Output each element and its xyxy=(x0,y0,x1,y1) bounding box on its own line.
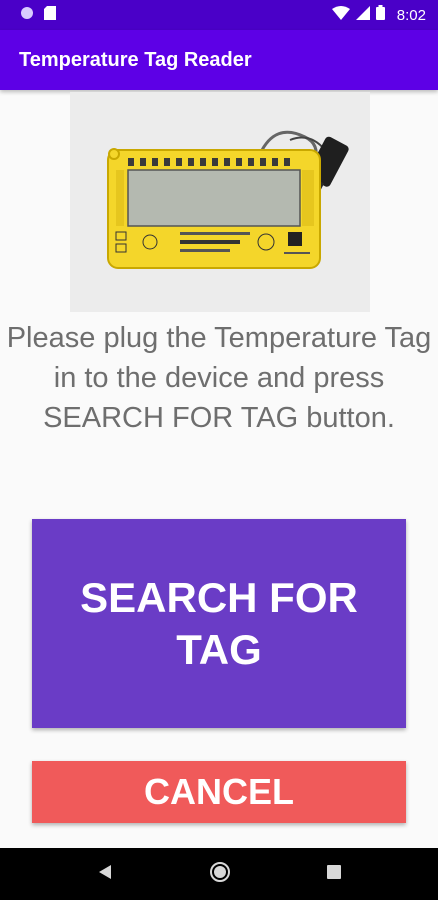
signal-icon xyxy=(355,5,370,25)
app-bar: Temperature Tag Reader xyxy=(0,30,438,90)
sd-card-icon xyxy=(44,5,56,25)
instruction-text: Please plug the Temperature Tag in to th… xyxy=(6,322,432,434)
cancel-button[interactable]: CANCEL xyxy=(32,761,406,823)
status-time: 8:02 xyxy=(396,6,426,24)
circle-notification-icon xyxy=(20,6,34,25)
wifi-icon xyxy=(331,5,350,25)
search-for-tag-button[interactable]: SEARCH FOR TAG xyxy=(32,519,406,728)
status-bar: 8:02 xyxy=(0,0,438,30)
home-icon[interactable] xyxy=(209,861,231,888)
navigation-bar xyxy=(0,848,438,900)
app-title: Temperature Tag Reader xyxy=(19,48,252,71)
back-icon[interactable] xyxy=(97,864,113,885)
temperature-tag-device-image xyxy=(70,92,370,312)
battery-icon xyxy=(375,5,385,25)
recents-icon[interactable] xyxy=(327,864,341,884)
